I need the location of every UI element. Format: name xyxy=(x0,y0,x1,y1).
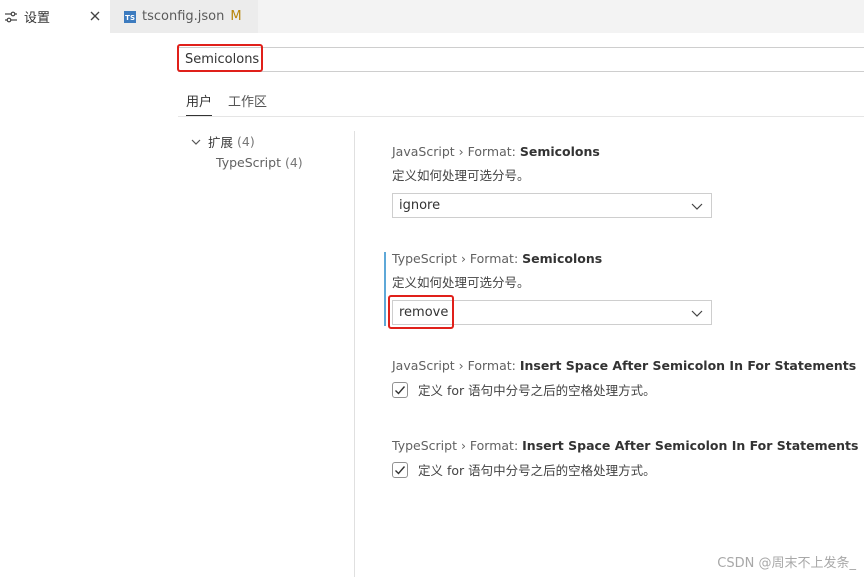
setting-category: TypeScript › Format: xyxy=(392,251,523,266)
setting-category: JavaScript › Format: xyxy=(392,358,520,373)
checkbox-js-space-after-semicolon[interactable] xyxy=(392,381,408,398)
modified-indicator xyxy=(384,252,386,326)
setting-name: Insert Space After Semicolon In For Stat… xyxy=(519,358,857,373)
tab-tsconfig[interactable]: TS tsconfig.json M xyxy=(110,0,258,33)
setting-title: JavaScript › Format: Semicolons xyxy=(392,144,600,159)
chevron-down-icon xyxy=(691,310,703,317)
setting-name: Insert Space After Semicolon In For Stat… xyxy=(522,438,859,453)
modified-badge: M xyxy=(230,9,242,24)
setting-description: 定义如何处理可选分号。 xyxy=(392,168,530,183)
search-highlight-box xyxy=(177,44,263,72)
setting-name: Semicolons xyxy=(522,251,603,266)
editor-tab-bar: 设置 TS tsconfig.json M xyxy=(0,0,864,33)
setting-js-space-after-semicolon: JavaScript › Format: Insert Space After … xyxy=(392,358,856,373)
setting-js-semicolons: JavaScript › Format: Semicolons 定义如何处理可选… xyxy=(392,144,600,184)
setting-title: JavaScript › Format: Insert Space After … xyxy=(392,358,856,373)
setting-description: 定义 for 语句中分号之后的空格处理方式。 xyxy=(418,463,656,478)
js-space-after-semicolon-row: 定义 for 语句中分号之后的空格处理方式。 xyxy=(392,380,656,399)
setting-description: 定义如何处理可选分号。 xyxy=(392,275,530,290)
js-semicolons-select[interactable]: ignore xyxy=(392,193,712,218)
toc-item-count: (4) xyxy=(237,134,255,149)
toc-item-count: (4) xyxy=(284,155,303,170)
tab-settings[interactable]: 设置 xyxy=(0,0,110,33)
tab-settings-label: 设置 xyxy=(24,11,51,26)
setting-description: 定义 for 语句中分号之后的空格处理方式。 xyxy=(418,383,656,398)
tab-tsconfig-label: tsconfig.json xyxy=(142,9,225,24)
setting-title: TypeScript › Format: Semicolons xyxy=(392,251,602,266)
select-value: ignore xyxy=(399,198,441,213)
tab-workspace[interactable]: 工作区 xyxy=(228,86,267,115)
toc-divider xyxy=(354,131,355,577)
check-icon xyxy=(395,465,406,475)
value-highlight-box xyxy=(388,295,454,329)
toc-item-label: 扩展 xyxy=(208,135,234,150)
setting-title: TypeScript › Format: Insert Space After … xyxy=(392,438,858,453)
setting-name: Semicolons xyxy=(519,144,600,159)
settings-scope-tabs: 用户 工作区 xyxy=(178,86,864,117)
setting-category: TypeScript › Format: xyxy=(392,438,523,453)
chevron-down-icon xyxy=(691,203,703,210)
setting-category: JavaScript › Format: xyxy=(392,144,520,159)
settings-search-input[interactable]: Semicolons xyxy=(178,47,864,72)
chevron-down-icon xyxy=(191,139,201,145)
toc-item-extensions[interactable]: 扩展 (4) xyxy=(190,132,255,151)
toc-item-typescript[interactable]: TypeScript (4) xyxy=(216,155,303,170)
typescript-file-icon: TS xyxy=(124,10,136,23)
setting-ts-semicolons: TypeScript › Format: Semicolons 定义如何处理可选… xyxy=(392,251,602,291)
close-icon[interactable] xyxy=(88,9,102,23)
toc-item-label: TypeScript xyxy=(216,155,281,170)
tab-user[interactable]: 用户 xyxy=(186,86,213,116)
setting-ts-space-after-semicolon: TypeScript › Format: Insert Space After … xyxy=(392,438,858,453)
check-icon xyxy=(395,385,406,395)
watermark: CSDN @周末不上发条_ xyxy=(717,556,856,571)
checkbox-ts-space-after-semicolon[interactable] xyxy=(392,461,408,478)
ts-space-after-semicolon-row: 定义 for 语句中分号之后的空格处理方式。 xyxy=(392,460,656,479)
settings-sliders-icon xyxy=(5,11,17,22)
